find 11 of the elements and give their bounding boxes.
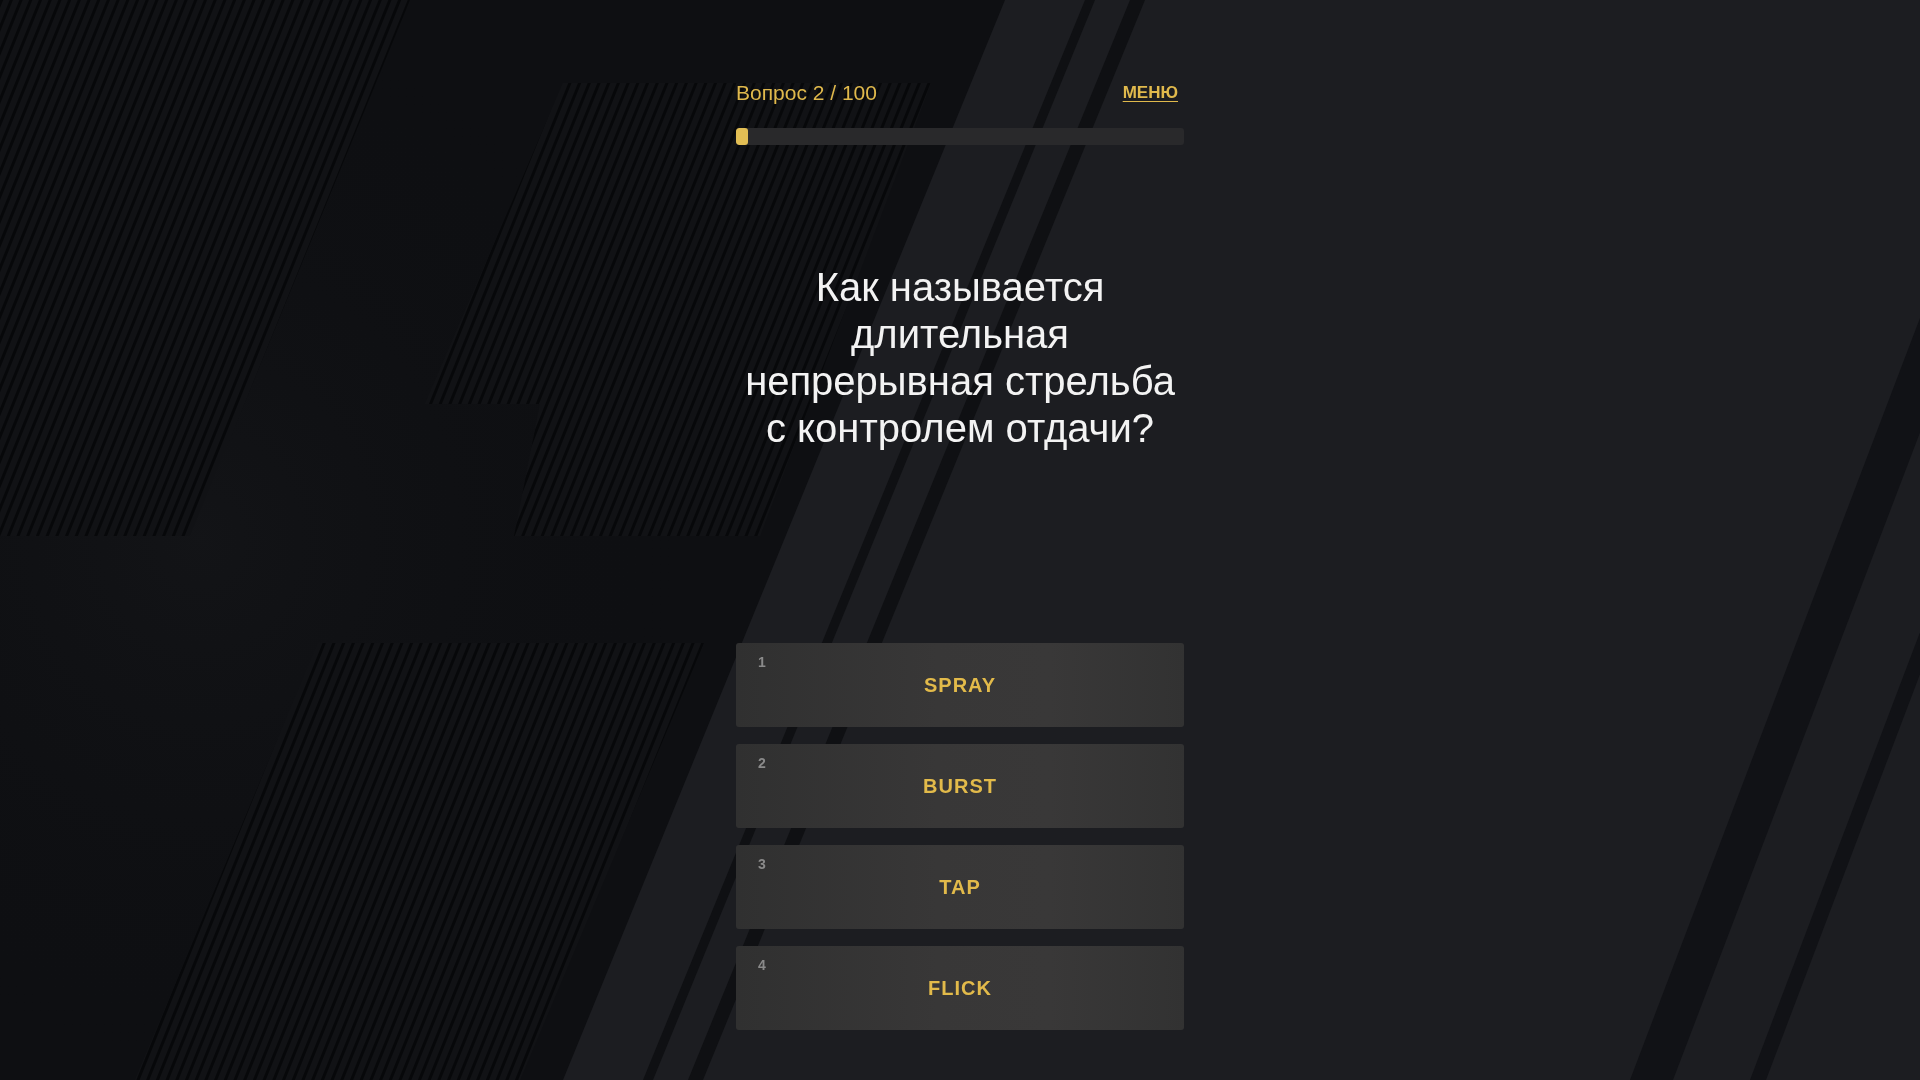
answer-button[interactable]: 3 TAP bbox=[736, 845, 1184, 929]
menu-link[interactable]: МЕНЮ bbox=[1118, 81, 1184, 105]
answer-button[interactable]: 2 BURST bbox=[736, 744, 1184, 828]
answer-number: 4 bbox=[758, 957, 766, 973]
answer-number: 3 bbox=[758, 856, 766, 872]
question-counter: Вопрос 2 / 100 bbox=[736, 80, 877, 106]
answer-button[interactable]: 1 SPRAY bbox=[736, 643, 1184, 727]
answer-button[interactable]: 4 FLICK bbox=[736, 946, 1184, 1030]
answer-number: 1 bbox=[758, 654, 766, 670]
question-text: Как называется длительная непрерывная стрельба с контролем отдачи? bbox=[744, 264, 1176, 452]
answer-number: 2 bbox=[758, 755, 766, 771]
